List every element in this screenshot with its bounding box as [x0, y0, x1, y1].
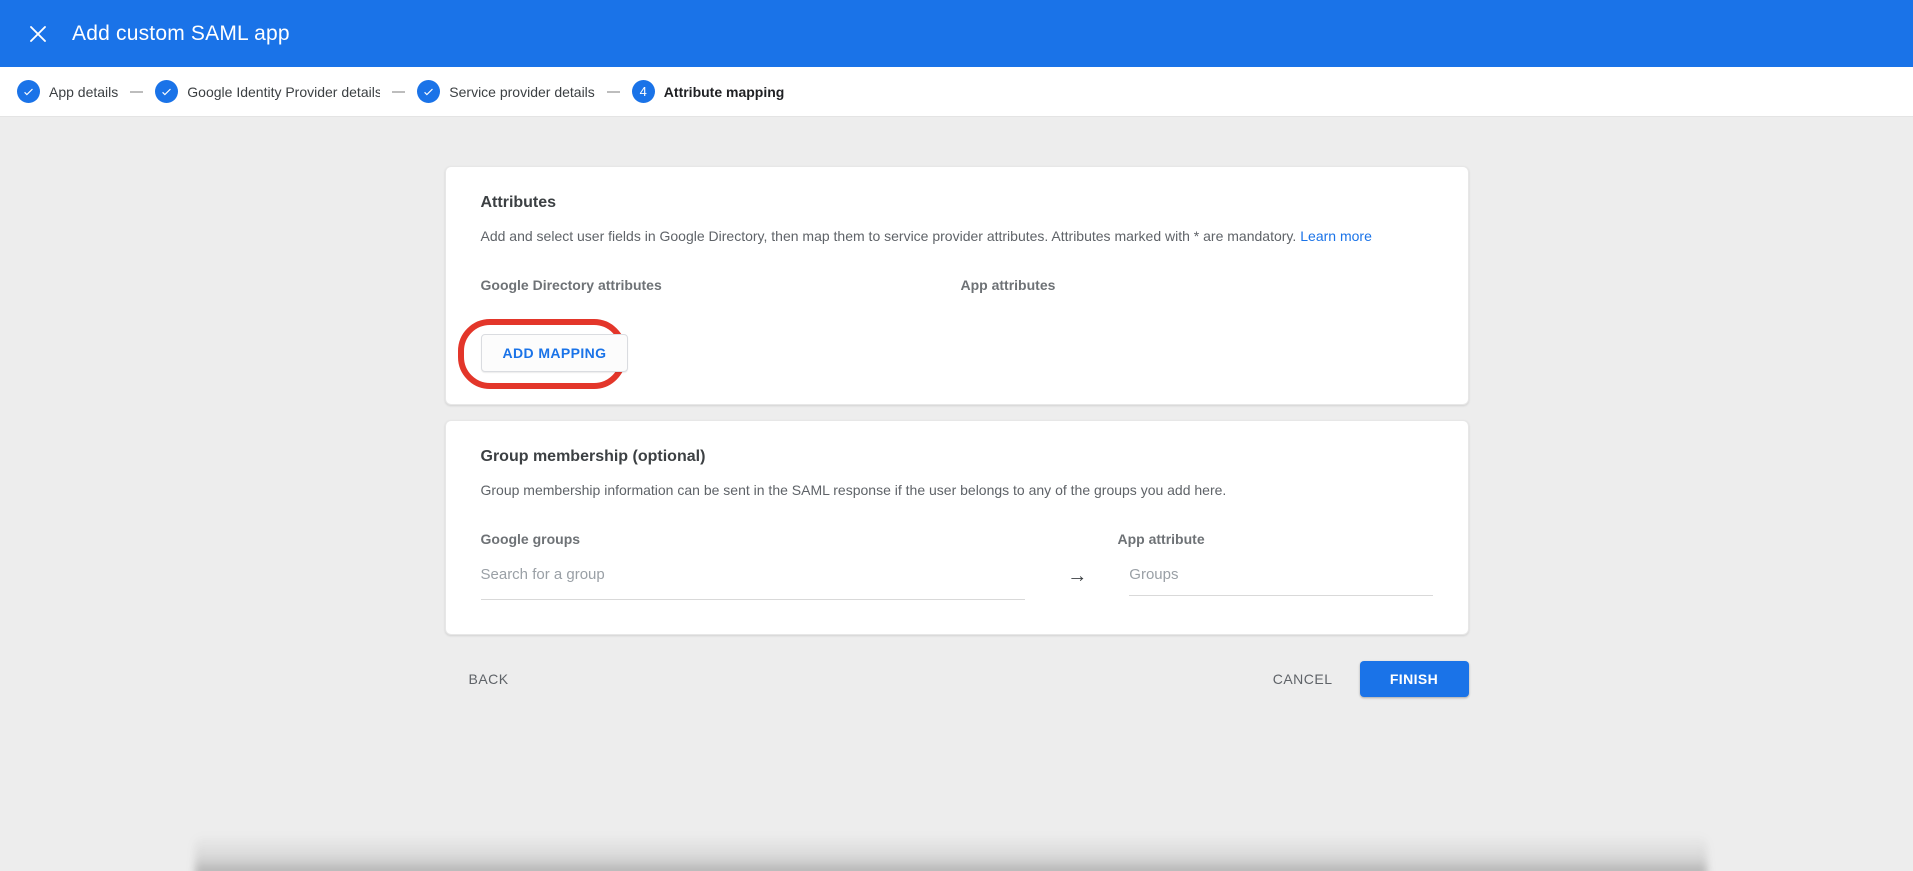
attributes-description-text: Add and select user fields in Google Dir…: [481, 228, 1297, 244]
google-directory-attributes-header: Google Directory attributes: [481, 277, 961, 293]
attributes-card-description: Add and select user fields in Google Dir…: [481, 227, 1433, 245]
group-membership-card: Group membership (optional) Group member…: [445, 420, 1469, 635]
step-app-details[interactable]: App details: [17, 80, 118, 103]
close-icon[interactable]: [20, 16, 56, 52]
step-attribute-mapping[interactable]: 4 Attribute mapping: [632, 80, 785, 103]
group-mapping-row: →: [481, 564, 1433, 600]
step-google-idp-details[interactable]: Google Identity Provider details: [155, 80, 380, 103]
dialog-header: Add custom SAML app: [0, 0, 1913, 67]
main-content: Attributes Add and select user fields in…: [445, 166, 1469, 697]
attributes-card-title: Attributes: [481, 194, 1433, 212]
dialog-title: Add custom SAML app: [72, 22, 290, 46]
group-card-title: Group membership (optional): [481, 448, 1433, 466]
step-separator: [130, 91, 143, 93]
learn-more-link[interactable]: Learn more: [1300, 228, 1372, 244]
attributes-column-headers: Google Directory attributes App attribut…: [481, 277, 1433, 293]
add-mapping-button[interactable]: ADD MAPPING: [481, 334, 629, 372]
step-label: Service provider details: [449, 84, 595, 100]
footer-actions: BACK CANCEL FINISH: [445, 661, 1469, 697]
step-service-provider-details[interactable]: Service provider details: [417, 80, 595, 103]
cancel-button[interactable]: CANCEL: [1273, 671, 1333, 687]
step-label: App details: [49, 84, 118, 100]
step-label: Attribute mapping: [664, 84, 785, 100]
google-groups-header: Google groups: [481, 531, 1118, 547]
search-group-input[interactable]: [481, 564, 1026, 600]
app-attributes-header: App attributes: [961, 277, 1056, 293]
wizard-stepper: App details Google Identity Provider det…: [0, 67, 1913, 117]
step-label: Google Identity Provider details: [187, 84, 380, 100]
step-complete-check-icon: [155, 80, 178, 103]
attributes-card: Attributes Add and select user fields in…: [445, 166, 1469, 405]
app-attribute-header: App attribute: [1118, 531, 1205, 547]
step-separator: [392, 91, 405, 93]
finish-button[interactable]: FINISH: [1360, 661, 1469, 697]
step-number-badge: 4: [632, 80, 655, 103]
close-x-glyph: [29, 25, 47, 43]
add-mapping-zone: ADD MAPPING: [481, 334, 1433, 372]
step-separator: [607, 91, 620, 93]
arrow-right-icon: →: [1025, 565, 1129, 588]
step-complete-check-icon: [17, 80, 40, 103]
step-complete-check-icon: [417, 80, 440, 103]
group-card-description: Group membership information can be sent…: [481, 481, 1433, 499]
groups-attribute-input[interactable]: [1129, 564, 1432, 596]
back-button[interactable]: BACK: [469, 671, 509, 687]
window-bottom-shadow: [195, 835, 1707, 871]
group-column-headers: Google groups App attribute: [481, 531, 1433, 547]
